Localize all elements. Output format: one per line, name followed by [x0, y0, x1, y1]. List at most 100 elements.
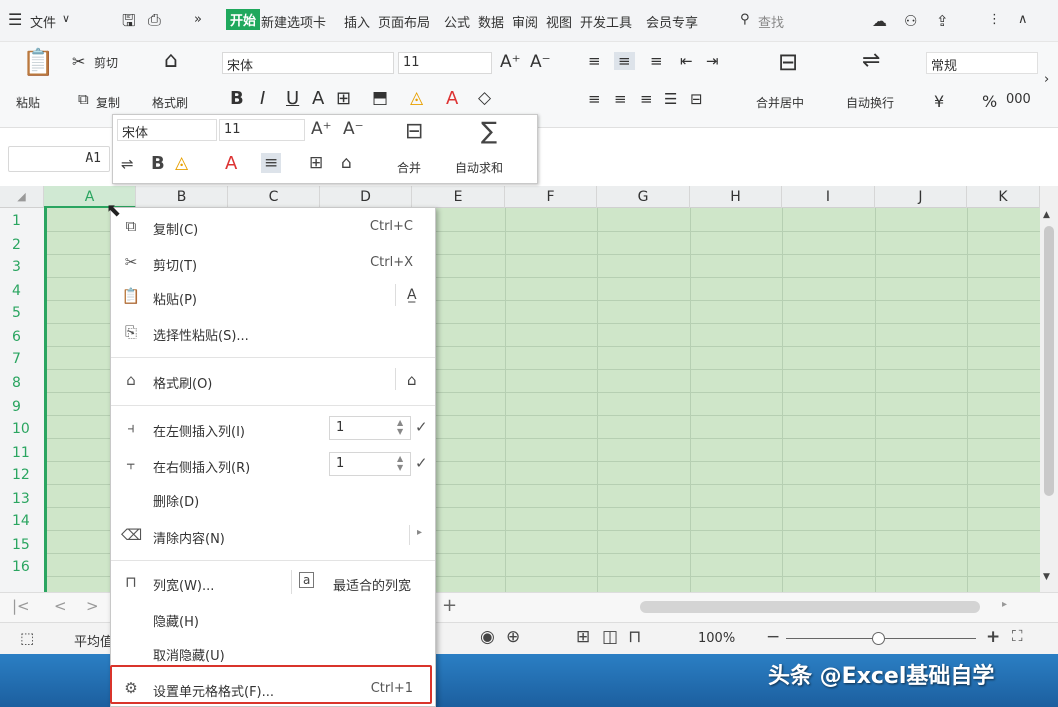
mini-borders-icon[interactable]: ⊞	[309, 153, 323, 173]
search-label[interactable]: 查找	[758, 12, 784, 31]
cut-button[interactable]: 剪切	[94, 54, 118, 71]
prev-sheet-icon[interactable]: <	[54, 597, 67, 615]
submenu-arrow-icon[interactable]: ▸	[417, 527, 422, 538]
scroll-down-icon[interactable]: ▼	[1043, 572, 1050, 582]
function-icon[interactable]: ⬚	[20, 629, 34, 647]
column-header[interactable]: I	[782, 186, 875, 208]
tab-view[interactable]: 视图	[546, 12, 572, 31]
align-center-icon[interactable]: ≡	[614, 90, 627, 108]
confirm-check-icon[interactable]: ✓	[415, 454, 428, 472]
paste-values-icon[interactable]: A̲	[407, 287, 417, 303]
select-all-corner[interactable]: ◢	[0, 186, 44, 208]
font-size-select[interactable]: 11	[398, 52, 492, 74]
fill-color-icon[interactable]: ◬	[410, 88, 423, 108]
row-header[interactable]: 9	[0, 399, 42, 415]
column-header[interactable]: K	[967, 186, 1040, 208]
menu-item-copy[interactable]: ⧉ 复制(C) Ctrl+C	[111, 212, 435, 242]
scroll-right-icon[interactable]: ▸	[1002, 599, 1007, 610]
paste-button[interactable]: 粘贴	[16, 94, 40, 111]
align-right-icon[interactable]: ≡	[640, 90, 653, 108]
copy-icon[interactable]: ⧉	[78, 90, 89, 108]
tab-developer[interactable]: 开发工具	[580, 12, 632, 31]
scroll-up-icon[interactable]: ▲	[1043, 210, 1050, 220]
font-name-select[interactable]: 宋体	[222, 52, 394, 74]
row-header[interactable]: 10	[0, 421, 42, 437]
tab-member[interactable]: 会员专享	[646, 12, 698, 31]
scroll-thumb[interactable]	[1044, 226, 1054, 496]
menu-item-hide[interactable]: 隐藏(H)	[111, 604, 435, 634]
file-menu[interactable]: 文件	[30, 12, 56, 31]
mini-align-icon[interactable]: ≡	[261, 153, 282, 173]
row-header[interactable]: 1	[0, 213, 42, 229]
page-view-icon[interactable]: ◫	[602, 627, 618, 647]
row-header[interactable]: 4	[0, 283, 42, 299]
next-sheet-icon[interactable]: >	[86, 597, 99, 615]
ribbon-scroll-right-icon[interactable]: ›	[1044, 72, 1049, 87]
menu-item-format-painter[interactable]: ⌂ 格式刷(O) ⌂	[111, 366, 435, 396]
format-painter-button[interactable]: 格式刷	[152, 94, 188, 111]
currency-button[interactable]: ¥	[934, 92, 944, 111]
spinner-icon[interactable]: ▲ ▼	[397, 454, 403, 472]
normal-view-icon[interactable]: ⊞	[576, 627, 590, 647]
name-box[interactable]: A1	[8, 146, 110, 172]
column-header[interactable]: A	[44, 186, 136, 208]
add-sheet-icon[interactable]: +	[442, 595, 457, 616]
page-break-icon[interactable]: ⊓	[628, 627, 641, 647]
more-icon[interactable]: »	[194, 12, 202, 27]
format-painter-multi-icon[interactable]: ⌂	[407, 371, 417, 389]
indent-increase-icon[interactable]: ⇥	[706, 52, 719, 70]
mini-merge-icon[interactable]: ⊟	[405, 119, 423, 144]
borders-icon[interactable]: ⊞	[336, 88, 351, 109]
column-header[interactable]: H	[690, 186, 782, 208]
font-color-icon[interactable]: A	[446, 88, 458, 109]
menu-item-cut[interactable]: ✂ 剪切(T) Ctrl+X	[111, 248, 435, 278]
mini-shrink-font-icon[interactable]: A⁻	[343, 119, 364, 139]
row-header[interactable]: 5	[0, 305, 42, 321]
confirm-check-icon[interactable]: ✓	[415, 418, 428, 436]
menu-item-clear[interactable]: ⌫ 清除内容(N) ▸	[111, 521, 435, 551]
mini-font-size-select[interactable]: 11	[219, 119, 305, 141]
strikethrough-icon[interactable]: A	[312, 88, 324, 109]
column-header[interactable]: E	[412, 186, 505, 208]
row-header[interactable]: 14	[0, 513, 42, 529]
underline-icon[interactable]: U	[286, 88, 299, 109]
cloud-icon[interactable]: ☁	[872, 12, 887, 30]
mini-font-name-select[interactable]: 宋体	[117, 119, 217, 141]
merge-center-button[interactable]: 合并居中	[756, 94, 804, 111]
align-middle-icon[interactable]: ≡	[614, 52, 635, 70]
hamburger-icon[interactable]: ☰	[8, 10, 22, 29]
distribute-icon[interactable]: ⊟	[690, 90, 703, 108]
best-fit-icon[interactable]: a	[299, 572, 315, 588]
row-header[interactable]: 13	[0, 491, 42, 507]
tab-new[interactable]: 新建选项卡	[261, 12, 326, 31]
justify-icon[interactable]: ☰	[664, 90, 677, 108]
mini-autosum-button[interactable]: 自动求和	[455, 159, 503, 176]
mini-wrap-icon[interactable]: ⇌	[121, 155, 134, 173]
collapse-ribbon-icon[interactable]: ∧	[1018, 12, 1028, 27]
mini-format-painter-icon[interactable]: ⌂	[341, 153, 352, 173]
spinner-icon[interactable]: ▲ ▼	[397, 418, 403, 436]
first-sheet-icon[interactable]: |<	[12, 597, 30, 615]
zoom-in-icon[interactable]: +	[986, 627, 1000, 647]
column-header[interactable]: D	[320, 186, 412, 208]
menu-item-best-fit[interactable]: 最适合的列宽	[333, 575, 411, 594]
mini-bold-icon[interactable]: B	[151, 153, 165, 174]
mini-fill-color-icon[interactable]: ◬	[175, 153, 188, 173]
column-header[interactable]: B	[136, 186, 228, 208]
row-header[interactable]: 7	[0, 351, 42, 367]
mini-font-color-icon[interactable]: A	[225, 153, 237, 174]
more-vert-icon[interactable]: ⋮	[988, 12, 1001, 27]
tab-formulas[interactable]: 公式	[444, 12, 470, 31]
align-top-icon[interactable]: ≡	[588, 52, 601, 70]
mini-grow-font-icon[interactable]: A⁺	[311, 119, 332, 139]
row-header[interactable]: 2	[0, 237, 42, 253]
wrap-text-icon[interactable]: ⇌	[862, 48, 880, 73]
row-header[interactable]: 11	[0, 445, 42, 461]
wrap-text-button[interactable]: 自动换行	[846, 94, 894, 111]
zoom-level[interactable]: 100%	[698, 631, 735, 646]
view-mode-icon[interactable]: ⊕	[506, 627, 520, 647]
paste-icon[interactable]: 📋	[22, 48, 54, 78]
eye-protection-icon[interactable]: ◉	[480, 627, 495, 647]
vertical-scrollbar[interactable]: ▲ ▼	[1040, 186, 1058, 592]
row-header[interactable]: 16	[0, 559, 42, 575]
